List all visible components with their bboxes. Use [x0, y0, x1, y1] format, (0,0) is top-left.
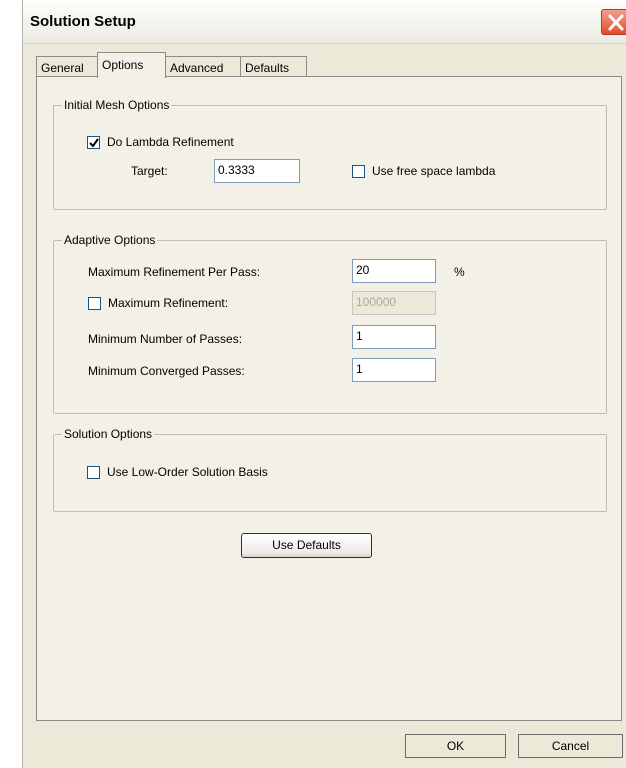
- lambda-refinement-label: Do Lambda Refinement: [107, 135, 234, 149]
- cancel-button[interactable]: Cancel: [518, 734, 623, 758]
- ok-button[interactable]: OK: [405, 734, 506, 758]
- adaptive-group: Adaptive Options Maximum Refinement Per …: [53, 233, 607, 414]
- max-refinement-input: 100000: [352, 291, 436, 315]
- dialog-footer: OK Cancel: [23, 722, 626, 768]
- free-space-lambda-label: Use free space lambda: [372, 164, 496, 178]
- checkmark-icon: [89, 138, 99, 148]
- free-space-lambda-checkbox[interactable]: [352, 165, 365, 178]
- max-refinement-per-pass-label: Maximum Refinement Per Pass:: [88, 265, 261, 279]
- lambda-refinement-checkbox[interactable]: [87, 136, 100, 149]
- min-passes-label: Minimum Number of Passes:: [88, 332, 243, 346]
- min-converged-input[interactable]: 1: [352, 358, 436, 382]
- initial-mesh-group: Initial Mesh Options Do Lambda Refinemen…: [53, 98, 607, 210]
- close-button[interactable]: [601, 9, 626, 35]
- max-refinement-per-pass-input[interactable]: 20: [352, 259, 436, 283]
- solution-group: Solution Options Use Low-Order Solution …: [53, 427, 607, 512]
- low-order-basis-checkbox[interactable]: [87, 466, 100, 479]
- solution-setup-dialog: Solution Setup General Options Advanced …: [22, 0, 626, 768]
- target-input[interactable]: 0.3333: [214, 159, 300, 183]
- tab-general[interactable]: General: [36, 56, 98, 77]
- min-passes-input[interactable]: 1: [352, 325, 436, 349]
- initial-mesh-group-label: Initial Mesh Options: [62, 98, 172, 112]
- tab-advanced[interactable]: Advanced: [165, 56, 241, 77]
- adaptive-group-label: Adaptive Options: [62, 233, 158, 247]
- min-converged-label: Minimum Converged Passes:: [88, 364, 245, 378]
- solution-group-label: Solution Options: [62, 427, 155, 441]
- max-refinement-checkbox[interactable]: [88, 297, 101, 310]
- percent-unit: %: [454, 265, 465, 279]
- low-order-basis-label: Use Low-Order Solution Basis: [107, 465, 268, 479]
- tab-defaults[interactable]: Defaults: [240, 56, 307, 77]
- use-defaults-button[interactable]: Use Defaults: [241, 533, 372, 558]
- title-bar: Solution Setup: [23, 0, 626, 44]
- max-refinement-label: Maximum Refinement:: [108, 296, 229, 310]
- dialog-title: Solution Setup: [30, 13, 136, 30]
- options-panel: Initial Mesh Options Do Lambda Refinemen…: [36, 76, 622, 721]
- close-icon: [608, 14, 624, 31]
- target-label: Target:: [131, 164, 168, 178]
- tab-options[interactable]: Options: [97, 52, 166, 78]
